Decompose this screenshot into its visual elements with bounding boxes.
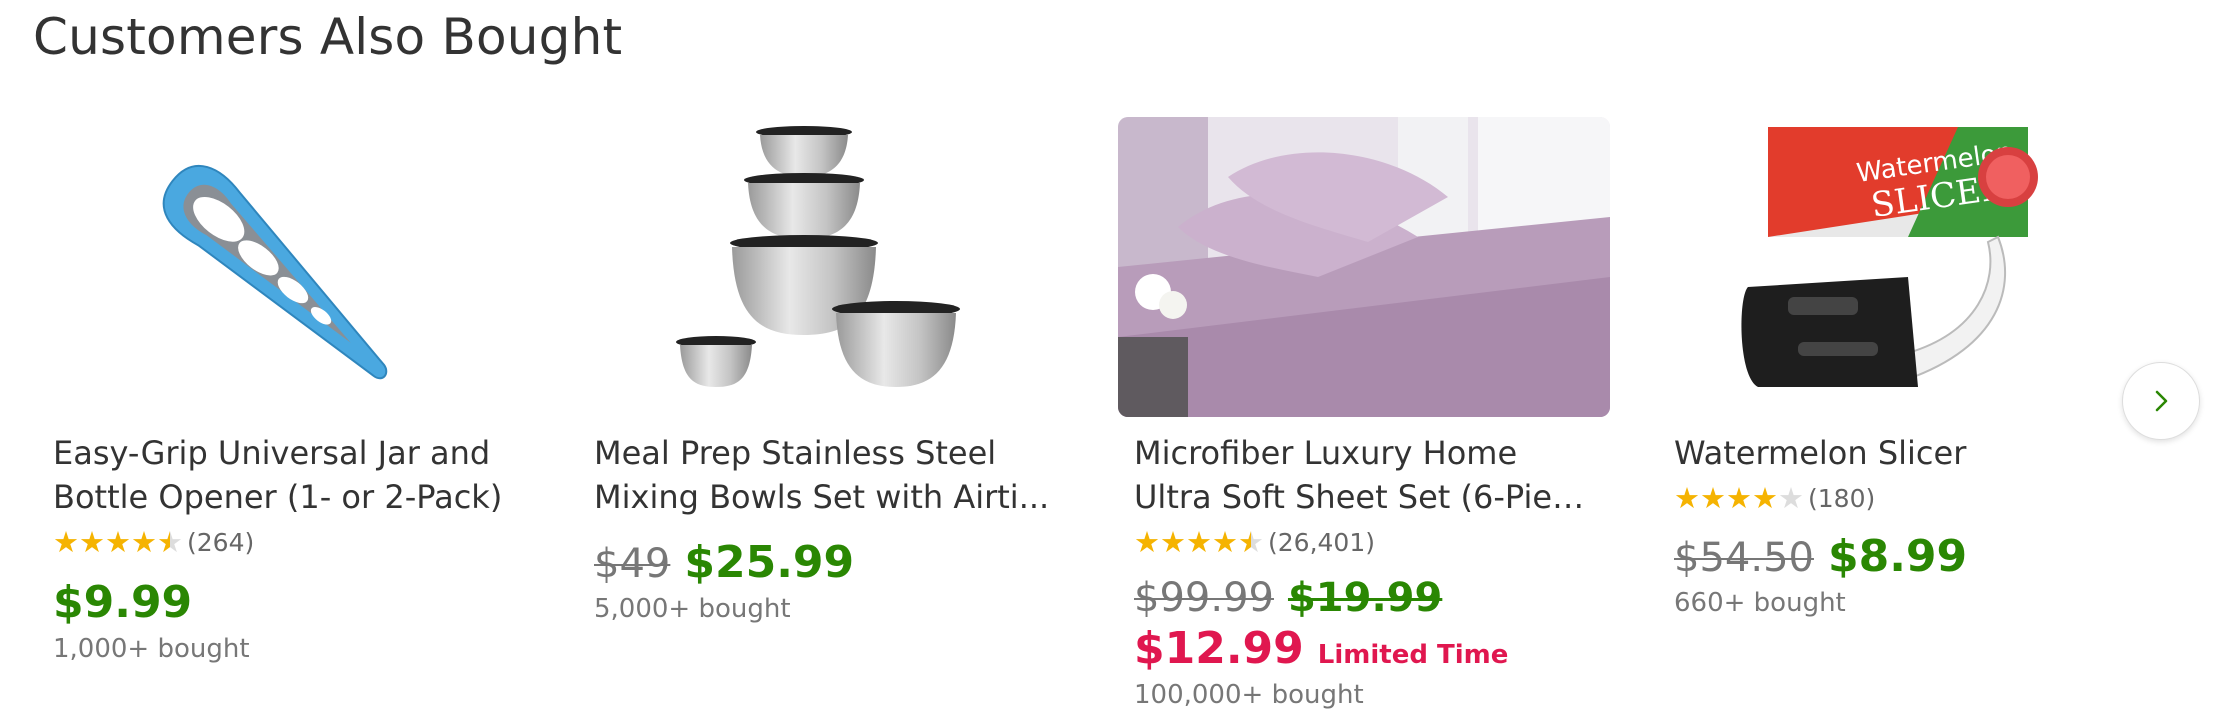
product-card-jar-opener[interactable]: Easy-Grip Universal Jar and Bottle Opene… — [37, 117, 529, 664]
product-title[interactable]: Watermelon Slicer — [1674, 431, 2134, 475]
section-title: Customers Also Bought — [33, 8, 623, 66]
bought-count: 660+ bought — [1674, 588, 1846, 618]
product-title[interactable]: Easy-Grip Universal Jar and Bottle Opene… — [53, 431, 513, 519]
deal-row: $12.99 Limited Time — [1134, 623, 1594, 674]
star-icon: ★ — [1134, 525, 1160, 559]
price-row: $99.99 $19.99 — [1134, 575, 1594, 621]
product-title-line: Meal Prep Stainless Steel — [594, 434, 997, 472]
mixing-bowls-image[interactable] — [578, 117, 1070, 417]
chevron-right-icon — [2155, 390, 2168, 412]
current-price: $25.99 — [684, 537, 855, 588]
half-star-icon: ★ — [157, 525, 183, 559]
star-icon: ★ — [1726, 481, 1752, 515]
product-card-watermelon-slicer[interactable]: Watermelon SLICER Watermelon Slicer ★ ★ … — [1658, 117, 2150, 618]
bought-count: 100,000+ bought — [1134, 680, 1364, 710]
star-icon: ★ — [105, 525, 131, 559]
price-row: $49 $25.99 — [594, 537, 1054, 588]
product-title-line: Mixing Bowls Set with Airti... — [594, 478, 1050, 516]
rating-count: (26,401) — [1268, 527, 1375, 557]
original-price: $49 — [594, 541, 671, 587]
product-card-sheet-set[interactable]: Microfiber Luxury Home Ultra Soft Sheet … — [1118, 117, 1610, 710]
star-icon: ★ — [1700, 481, 1726, 515]
star-icon: ★ — [1212, 525, 1238, 559]
original-price: $54.50 — [1674, 535, 1814, 581]
bought-count: 5,000+ bought — [594, 594, 791, 624]
jar-opener-image[interactable] — [37, 117, 529, 417]
star-rating: ★ ★ ★ ★ ★ (26,401) — [1134, 525, 1594, 559]
current-price: $8.99 — [1827, 531, 1968, 582]
star-icon: ★ — [53, 525, 79, 559]
star-rating: ★ ★ ★ ★ ★ (264) — [53, 525, 513, 559]
limited-time-label: Limited Time — [1317, 640, 1509, 670]
half-star-icon: ★ — [1238, 525, 1264, 559]
star-icon: ★ — [1752, 481, 1778, 515]
star-icon: ★ — [79, 525, 105, 559]
star-icon: ★ — [131, 525, 157, 559]
star-icon: ★ — [1186, 525, 1212, 559]
star-rating: ★ ★ ★ ★ ★ (180) — [1674, 481, 2134, 515]
price-row: $54.50 $8.99 — [1674, 531, 2134, 582]
rating-count: (264) — [187, 527, 255, 557]
deal-price: $12.99 — [1134, 623, 1304, 674]
empty-star-icon: ★ — [1778, 481, 1804, 515]
carousel-next-button[interactable] — [2122, 362, 2200, 440]
product-title[interactable]: Microfiber Luxury Home Ultra Soft Sheet … — [1134, 431, 1594, 519]
current-price: $9.99 — [53, 577, 193, 628]
product-title[interactable]: Meal Prep Stainless Steel Mixing Bowls S… — [594, 431, 1054, 519]
watermelon-slicer-image[interactable]: Watermelon SLICER — [1658, 117, 2150, 417]
product-title-line: Microfiber Luxury Home — [1134, 434, 1518, 472]
product-title-line: Watermelon Slicer — [1674, 434, 1967, 472]
bought-count: 1,000+ bought — [53, 634, 250, 664]
product-title-line: Easy-Grip Universal Jar and — [53, 434, 491, 472]
product-card-mixing-bowls[interactable]: Meal Prep Stainless Steel Mixing Bowls S… — [578, 117, 1070, 624]
star-icon: ★ — [1674, 481, 1700, 515]
product-title-line: Bottle Opener (1- or 2-Pack) — [53, 478, 503, 516]
rating-count: (180) — [1808, 483, 1876, 513]
star-icon: ★ — [1160, 525, 1186, 559]
previous-price: $19.99 — [1287, 575, 1443, 621]
price-row: $9.99 — [53, 577, 513, 628]
product-title-line: Ultra Soft Sheet Set (6-Piece) — [1134, 478, 1594, 516]
original-price: $99.99 — [1134, 575, 1274, 621]
sheet-set-image[interactable] — [1118, 117, 1610, 417]
